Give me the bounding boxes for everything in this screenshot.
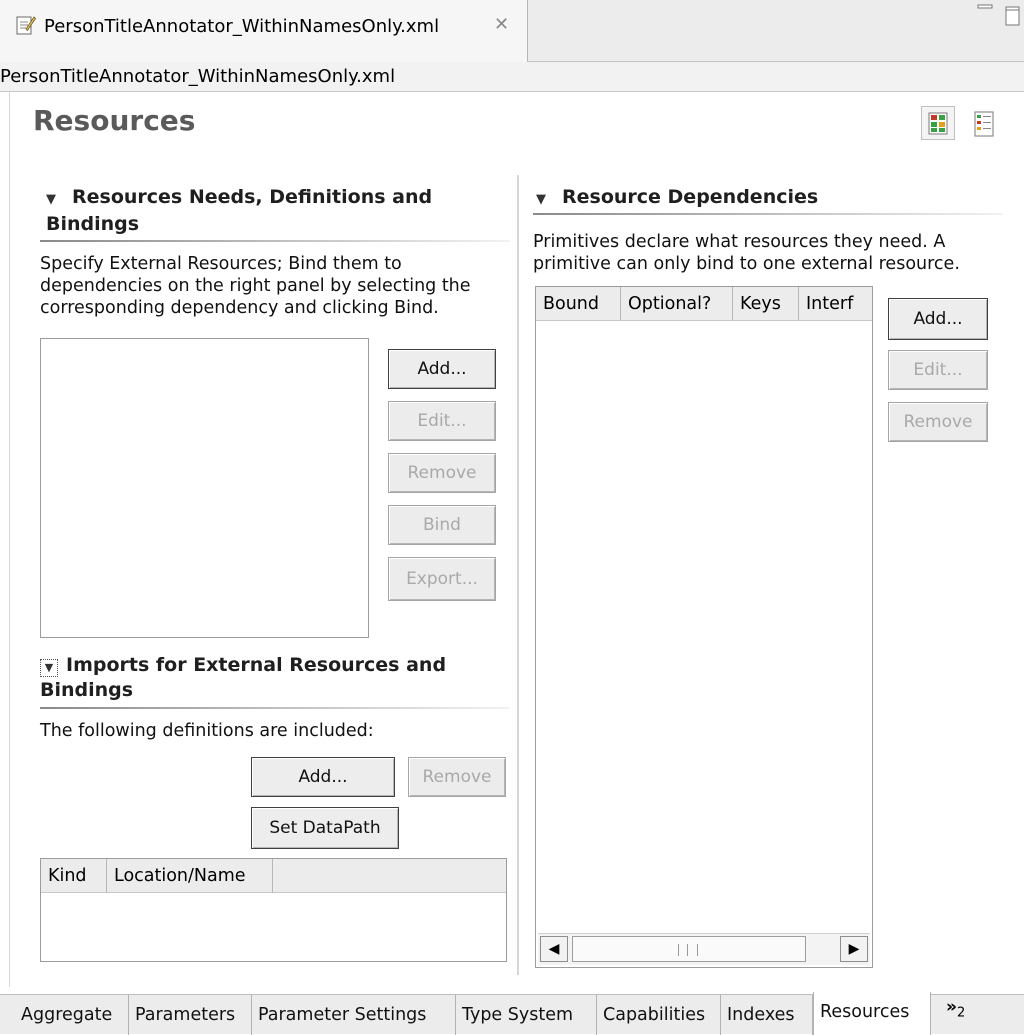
panel-divider[interactable] bbox=[517, 175, 519, 975]
remove-import-button[interactable]: Remove bbox=[408, 757, 506, 797]
remove-dependency-button[interactable]: Remove bbox=[888, 402, 988, 442]
section-separator bbox=[40, 240, 510, 242]
more-tabs-chevron-icon[interactable]: »2 bbox=[946, 997, 965, 1020]
resources-needs-section-header[interactable]: ▼ Resources Needs, Definitions and Bindin… bbox=[46, 185, 516, 237]
dependencies-table-header: Bound Optional? Keys Interf bbox=[536, 287, 872, 321]
vertical-layout-icon[interactable] bbox=[970, 110, 998, 138]
remove-resource-button[interactable]: Remove bbox=[388, 453, 496, 493]
horizontal-scrollbar[interactable]: ◀ ▶ bbox=[538, 933, 870, 965]
page-title: Resources bbox=[33, 104, 196, 137]
grid-layout-icon bbox=[928, 112, 948, 135]
resources-needs-section-title: Resources Needs, Definitions and Binding… bbox=[46, 186, 433, 235]
scrollbar-thumb[interactable] bbox=[572, 936, 806, 962]
add-dependency-button[interactable]: Add... bbox=[888, 298, 988, 340]
bound-column-header[interactable]: Bound bbox=[536, 287, 621, 320]
resource-dependencies-table[interactable]: Bound Optional? Keys Interf ◀ ▶ bbox=[535, 286, 873, 968]
keys-column-header[interactable]: Keys bbox=[733, 287, 799, 320]
scroll-left-icon[interactable]: ◀ bbox=[540, 936, 568, 962]
resource-dependencies-section-title: Resource Dependencies bbox=[562, 186, 819, 208]
close-tab-icon[interactable]: ✕ bbox=[494, 14, 509, 35]
resource-dependencies-section-header[interactable]: ▼ Resource Dependencies bbox=[536, 185, 1006, 212]
section-separator bbox=[533, 213, 1003, 215]
tab-type-system[interactable]: Type System bbox=[456, 995, 597, 1035]
scroll-right-icon[interactable]: ▶ bbox=[840, 936, 868, 962]
interface-column-header[interactable]: Interf bbox=[799, 287, 872, 320]
editor-tab[interactable]: PersonTitleAnnotator_WithinNamesOnly.xml… bbox=[0, 0, 528, 62]
set-datapath-button[interactable]: Set DataPath bbox=[251, 807, 399, 849]
tab-parameter-settings[interactable]: Parameter Settings bbox=[252, 995, 456, 1035]
add-resource-button[interactable]: Add... bbox=[388, 349, 496, 389]
two-column-layout-icon[interactable] bbox=[921, 106, 955, 140]
tab-indexes[interactable]: Indexes bbox=[721, 995, 813, 1035]
imports-section-header[interactable]: ▼ Imports for External Resources and Bind… bbox=[40, 653, 510, 703]
imports-table-header: Kind Location/Name bbox=[41, 859, 506, 893]
resources-needs-description: Specify External Resources; Bind them to… bbox=[40, 254, 471, 318]
section-separator bbox=[40, 707, 510, 709]
collapse-triangle-icon[interactable]: ▼ bbox=[536, 187, 562, 212]
editor-page-tabs: Aggregate Parameters Parameter Settings … bbox=[0, 992, 1024, 1035]
file-path-label: PersonTitleAnnotator_WithinNamesOnly.xml bbox=[0, 66, 396, 87]
grip-icon bbox=[678, 944, 698, 956]
path-bar: PersonTitleAnnotator_WithinNamesOnly.xml bbox=[0, 62, 1024, 92]
minimize-icon[interactable] bbox=[976, 2, 996, 12]
resource-dependencies-description: Primitives declare what resources they n… bbox=[533, 232, 960, 274]
tab-resources[interactable]: Resources bbox=[813, 992, 931, 1035]
more-tabs-count: 2 bbox=[956, 1005, 966, 1021]
tab-capabilities[interactable]: Capabilities bbox=[597, 995, 721, 1035]
maximize-icon[interactable] bbox=[1004, 4, 1020, 28]
edit-resource-button[interactable]: Edit... bbox=[388, 401, 496, 441]
location-name-column-header[interactable]: Location/Name bbox=[107, 859, 273, 893]
optional-column-header[interactable]: Optional? bbox=[621, 287, 733, 320]
edit-dependency-button[interactable]: Edit... bbox=[888, 350, 988, 390]
external-resources-list[interactable] bbox=[40, 338, 369, 638]
imports-description: The following definitions are included: bbox=[40, 721, 374, 741]
kind-column-header[interactable]: Kind bbox=[41, 859, 107, 893]
export-button[interactable]: Export... bbox=[388, 557, 496, 601]
bind-button[interactable]: Bind bbox=[388, 505, 496, 545]
collapse-triangle-icon[interactable]: ▼ bbox=[40, 659, 58, 677]
editor-tab-strip: PersonTitleAnnotator_WithinNamesOnly.xml… bbox=[0, 0, 1024, 62]
editor-tab-title: PersonTitleAnnotator_WithinNamesOnly.xml bbox=[44, 16, 440, 37]
collapse-triangle-icon[interactable]: ▼ bbox=[46, 187, 72, 212]
more-tabs-glyph: » bbox=[946, 997, 957, 1017]
tab-parameters[interactable]: Parameters bbox=[129, 995, 252, 1035]
xml-file-icon bbox=[16, 16, 36, 35]
imports-table[interactable]: Kind Location/Name bbox=[40, 858, 507, 962]
add-import-button[interactable]: Add... bbox=[251, 757, 395, 797]
tab-aggregate[interactable]: Aggregate bbox=[15, 995, 129, 1035]
imports-section-title: Imports for External Resources and Bindi… bbox=[40, 654, 447, 701]
